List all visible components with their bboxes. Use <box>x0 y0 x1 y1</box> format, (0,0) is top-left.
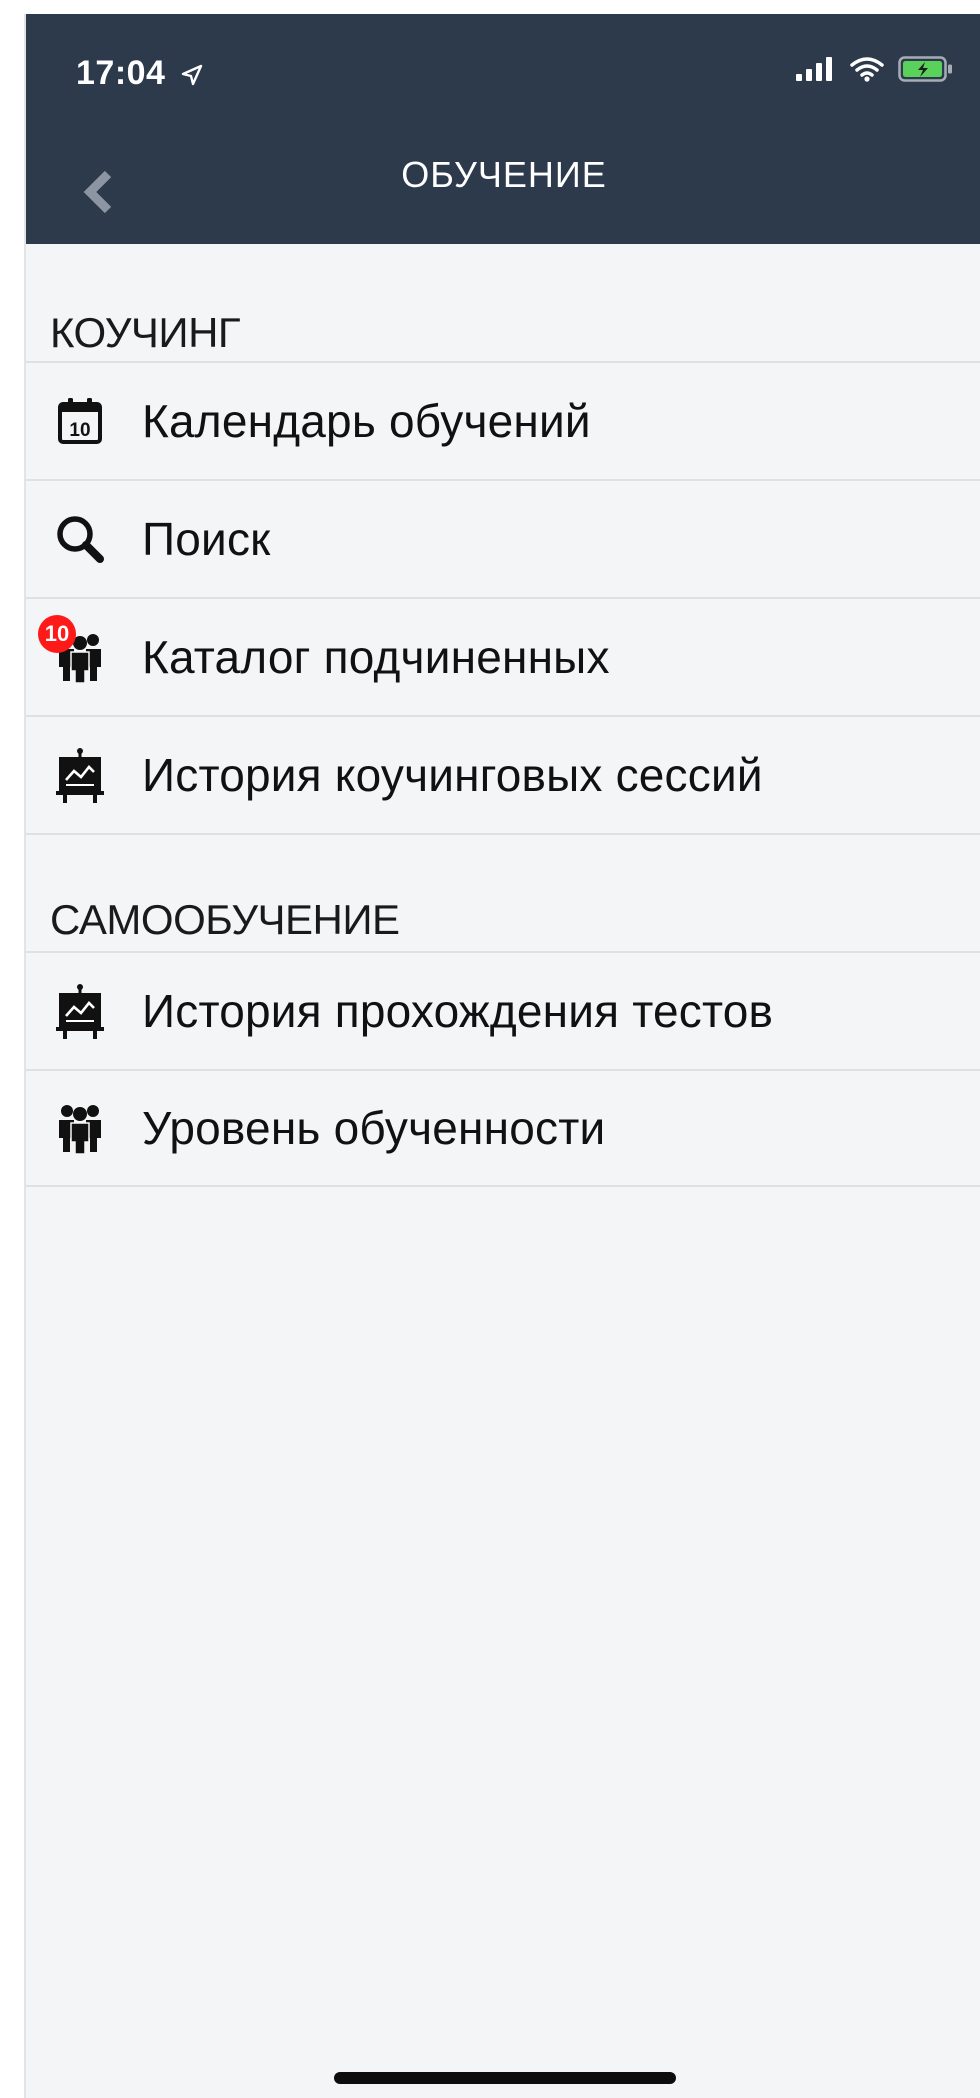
menu-content: КОУЧИНГ 10 Календарь обучений Поиск 10 К… <box>26 244 980 1187</box>
menu-item-coaching-sessions-history[interactable]: История коучинговых сессий <box>26 715 980 833</box>
notification-badge: 10 <box>38 615 76 653</box>
cellular-signal-icon <box>796 57 836 86</box>
menu-item-label: Каталог подчиненных <box>142 631 610 683</box>
menu-item-label: Поиск <box>142 513 271 565</box>
section-header-coaching: КОУЧИНГ <box>50 309 241 356</box>
page-title: ОБУЧЕНИЕ <box>401 154 607 195</box>
menu-item-training-calendar[interactable]: 10 Календарь обучений <box>26 361 980 479</box>
location-arrow-icon <box>181 56 203 95</box>
time-text: 17:04 <box>76 54 166 92</box>
navigation-bar: 17:04 ОБУЧЕНИЕ <box>26 14 980 244</box>
wifi-icon <box>850 56 884 87</box>
presentation-board-icon <box>54 983 106 1039</box>
people-icon: 10 <box>38 615 106 685</box>
calendar-icon: 10 <box>54 393 106 449</box>
menu-item-subordinates-catalog[interactable]: 10 Каталог подчиненных <box>26 597 980 715</box>
menu-item-label: История прохождения тестов <box>142 985 774 1037</box>
chevron-left-icon <box>76 170 120 226</box>
menu-item-label: Уровень обученности <box>142 1102 606 1154</box>
search-icon <box>54 511 106 567</box>
menu-item-training-level[interactable]: Уровень обученности <box>26 1069 980 1187</box>
section-header-self-learning: САМООБУЧЕНИЕ <box>26 833 980 951</box>
menu-item-search[interactable]: Поиск <box>26 479 980 597</box>
menu-item-label: Календарь обучений <box>142 395 591 447</box>
status-bar-time: 17:04 <box>76 54 203 95</box>
battery-charging-icon <box>898 56 954 87</box>
app-screen: 17:04 ОБУЧЕНИЕ КОУЧИНГ 10 Календарь обуч… <box>24 14 980 2098</box>
menu-item-label: История коучинговых сессий <box>142 749 763 801</box>
calendar-day-number: 10 <box>69 420 90 441</box>
presentation-board-icon <box>54 747 106 803</box>
menu-item-tests-history[interactable]: История прохождения тестов <box>26 951 980 1069</box>
people-icon <box>54 1100 106 1156</box>
home-indicator[interactable] <box>334 2072 676 2084</box>
status-bar-icons <box>796 56 954 87</box>
